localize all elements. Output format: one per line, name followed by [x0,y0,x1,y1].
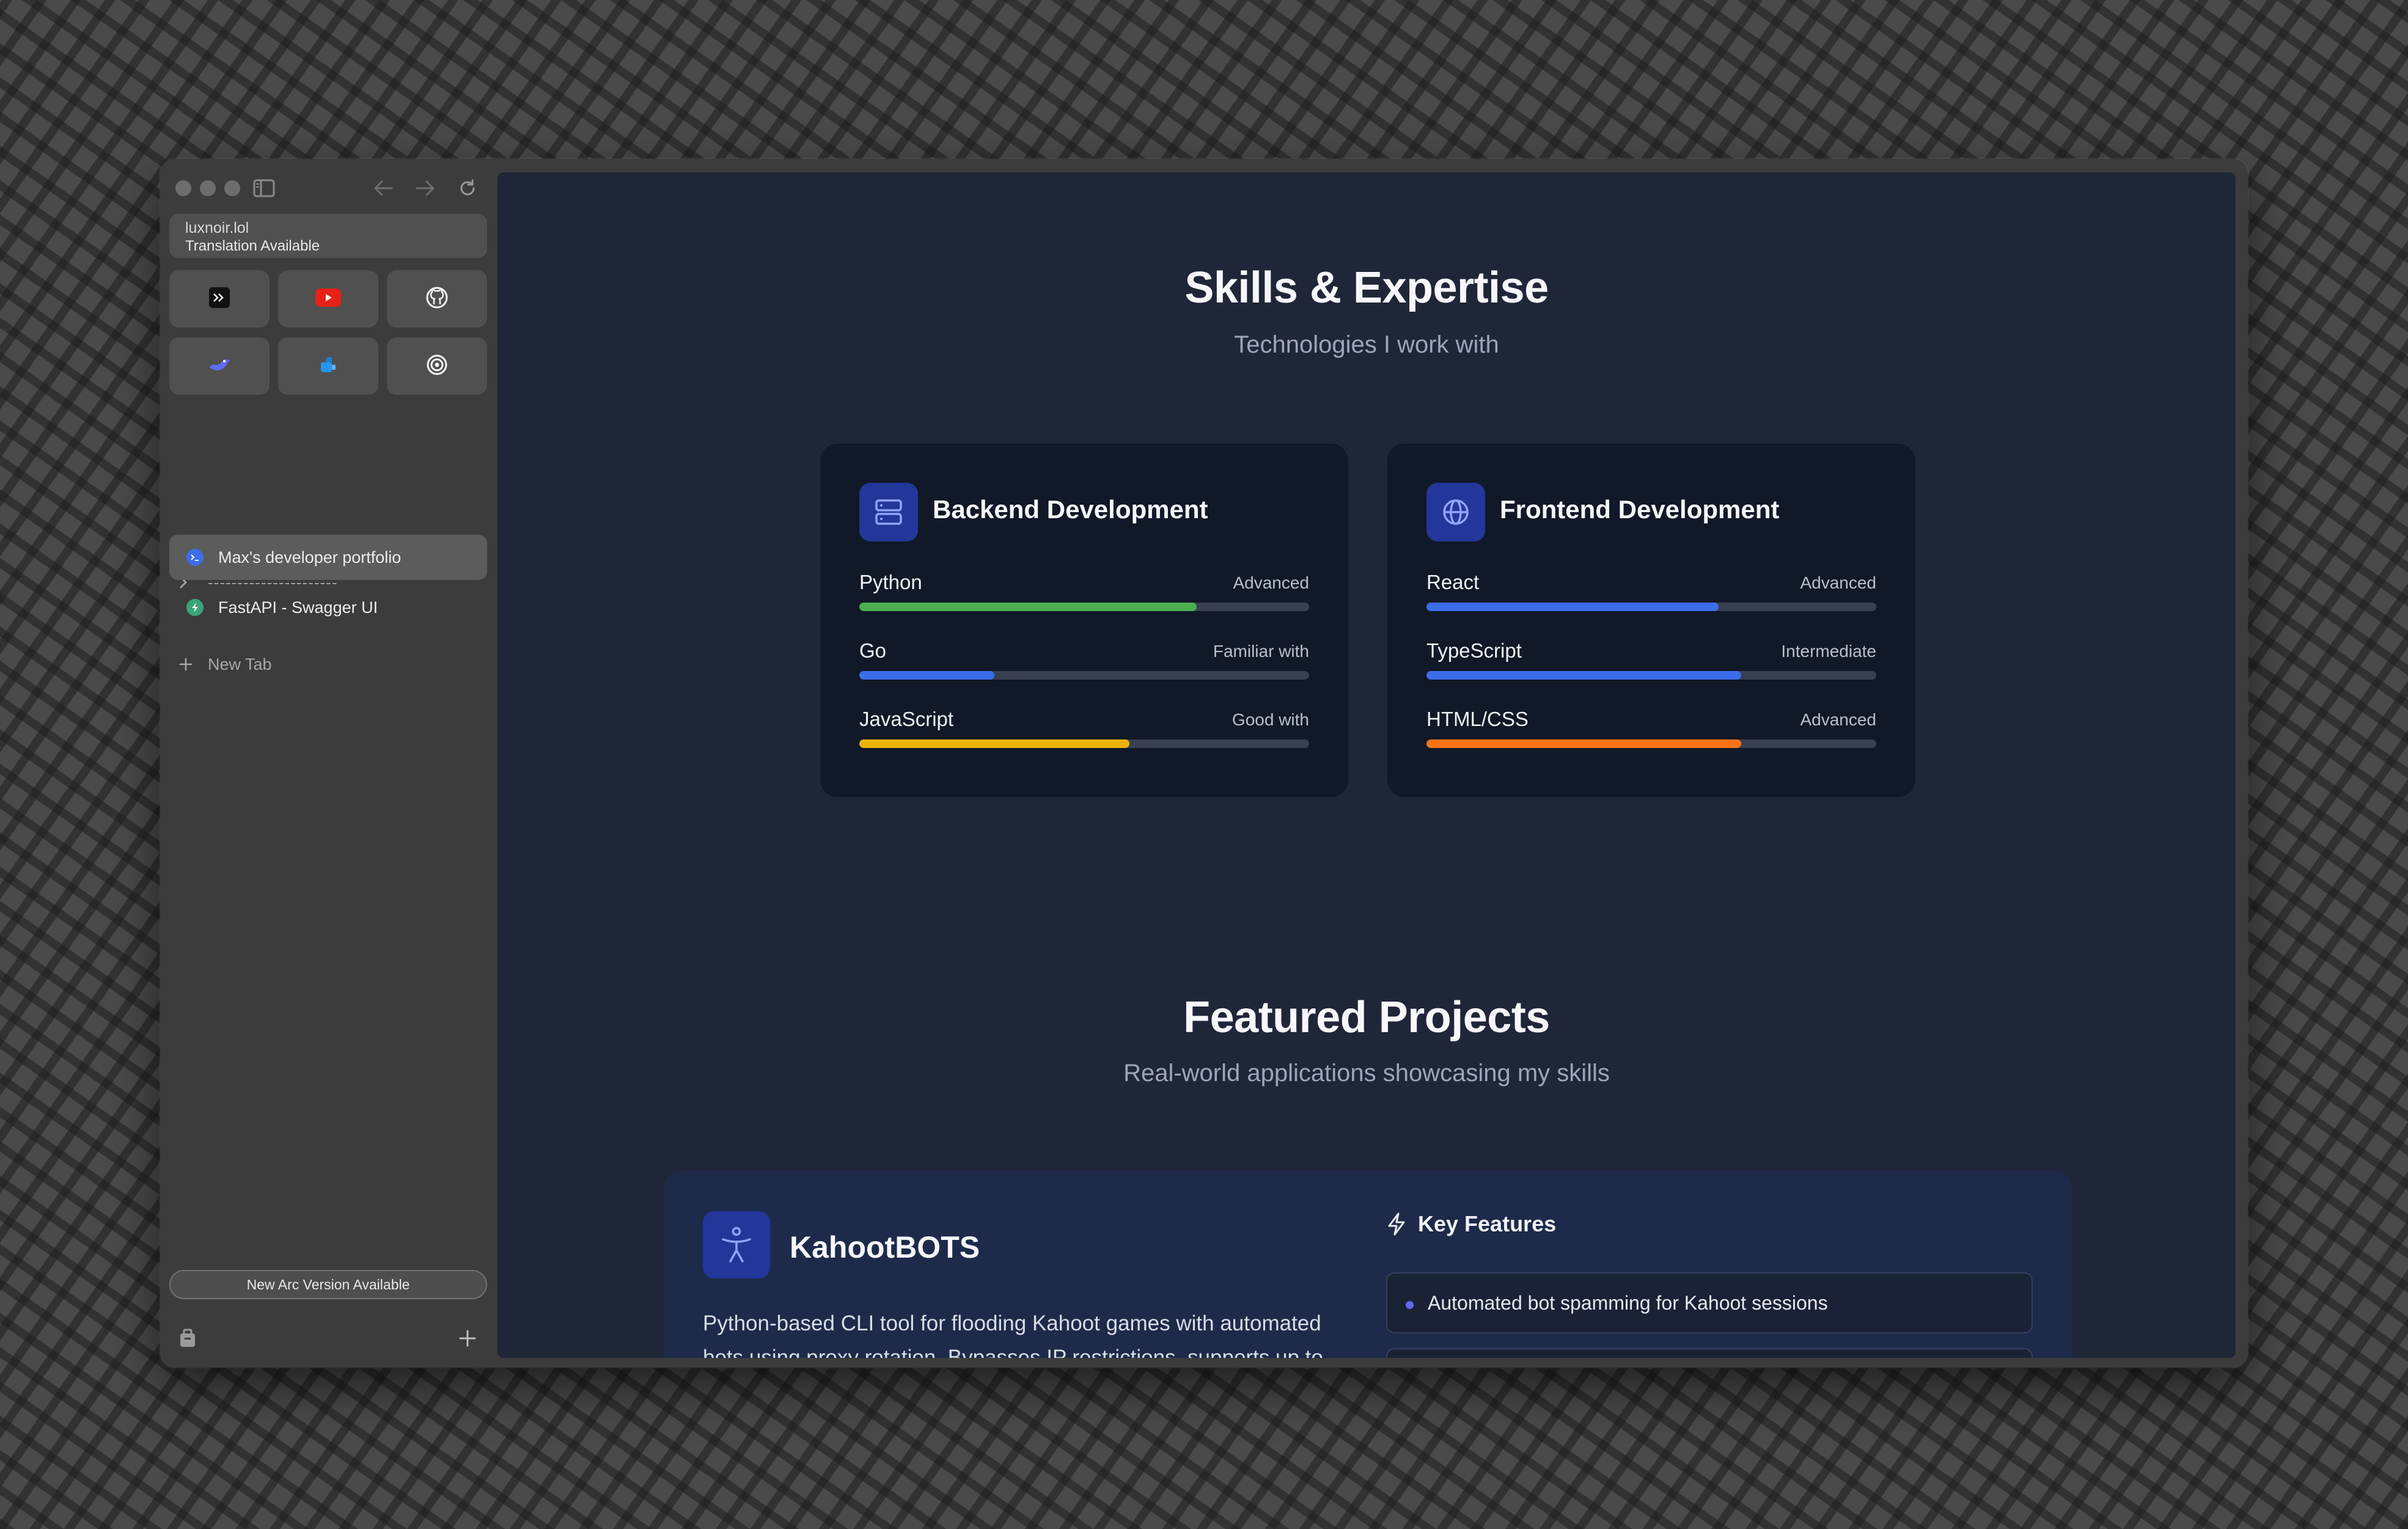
skill-name: HTML/CSS [1426,708,1529,730]
card-title: Frontend Development [1500,495,1780,524]
page-content: Skills & Expertise Technologies I work w… [497,172,2236,1358]
skill-name: JavaScript [859,708,954,730]
skill-progress-fill [1426,671,1742,680]
skill-name: Python [859,571,922,593]
favorite-terminal[interactable] [169,270,270,328]
feature-item-partial [1386,1348,2033,1358]
key-features-heading: Key Features [1386,1211,1556,1237]
accessibility-icon [703,1211,770,1278]
back-arrow-icon[interactable] [371,176,395,200]
skill-progress-fill [859,671,994,680]
reload-icon[interactable] [455,176,480,200]
url-bar[interactable]: luxnoir.lol Translation Available [169,214,487,258]
skill-progress-track [1426,671,1876,680]
bullet-dot-icon [1406,1301,1414,1309]
sidebar-toggle-icon[interactable] [252,176,276,200]
bird-icon [207,355,232,378]
target-icon [426,354,448,379]
skill-go: Go Familiar with [859,639,1309,688]
skill-progress-fill [859,603,1197,611]
browser-window: luxnoir.lol Translation Available ------… [160,159,2248,1368]
new-tab-label: New Tab [208,654,272,673]
update-arc-button[interactable]: New Arc Version Available [169,1270,487,1299]
skill-progress-fill [859,739,1129,748]
tab-title: Max's developer portfolio [218,548,402,566]
projects-subtitle: Real-world applications showcasing my sk… [1123,1060,1610,1087]
sidebar: luxnoir.lol Translation Available ------… [160,159,496,1368]
skill-name: Go [859,639,887,662]
zoom-window-button[interactable] [224,180,240,196]
favorite-bird-app[interactable] [169,337,270,395]
skill-html-css: HTML/CSS Advanced [1426,708,1876,757]
fastapi-favicon-icon [186,599,204,616]
skill-level: Intermediate [1781,642,1876,661]
skill-progress-fill [1426,603,1719,611]
skill-python: Python Advanced [859,571,1309,620]
url-domain: luxnoir.lol [185,219,249,237]
translation-notice[interactable]: Translation Available [185,237,471,255]
skill-typescript: TypeScript Intermediate [1426,639,1876,688]
github-icon [426,287,448,312]
frontend-skills-card: Frontend Development React Advanced Type… [1387,444,1915,797]
skill-react: React Advanced [1426,571,1876,620]
skill-name: TypeScript [1426,639,1522,662]
minimize-window-button[interactable] [200,180,216,196]
project-title: KahootBOTS [790,1230,980,1264]
server-icon [859,483,918,541]
skill-progress-fill [1426,739,1742,748]
youtube-icon [315,288,341,310]
card-title: Backend Development [933,495,1208,524]
favorite-github[interactable] [387,270,487,328]
skill-progress-track [859,603,1309,611]
tab-fastapi-swagger[interactable]: FastAPI - Swagger UI [169,585,487,630]
skill-level: Advanced [1800,710,1876,729]
docker-icon [317,354,339,379]
lightning-icon [1386,1212,1407,1236]
close-window-button[interactable] [175,180,191,196]
tab-max-portfolio[interactable]: Max's developer portfolio [169,535,487,580]
globe-icon [1426,483,1485,541]
forward-arrow-icon[interactable] [413,176,438,200]
project-description: Python-based CLI tool for flooding Kahoo… [703,1311,1323,1358]
skill-name: React [1426,571,1480,593]
feature-item: Automated bot spamming for Kahoot sessio… [1386,1272,2033,1333]
skill-progress-track [1426,739,1876,748]
skill-progress-track [859,671,1309,680]
skill-progress-track [1426,603,1876,611]
skills-subtitle: Technologies I work with [1234,331,1499,358]
projects-title: Featured Projects [1183,993,1550,1042]
terminal-favicon-icon [186,549,204,566]
tab-title: FastAPI - Swagger UI [218,598,378,617]
favorite-youtube[interactable] [278,270,378,328]
new-tab-button[interactable]: New Tab [178,648,272,681]
skill-level: Good with [1232,710,1309,729]
skill-level: Advanced [1800,573,1876,592]
favorite-target-app[interactable] [387,337,487,395]
skill-level: Advanced [1233,573,1309,592]
skill-level: Familiar with [1213,642,1309,661]
skills-title: Skills & Expertise [1184,263,1549,312]
feature-text: Automated bot spamming for Kahoot sessio… [1428,1291,1828,1314]
plus-icon [178,657,197,672]
favorite-docker[interactable] [278,337,378,395]
archive-icon[interactable] [175,1326,200,1351]
sidebar-toolbar [160,159,496,220]
project-card-kahootbots[interactable]: KahootBOTS Python-based CLI tool for flo… [664,1171,2072,1358]
add-space-icon[interactable] [455,1326,480,1351]
skill-javascript: JavaScript Good with [859,708,1309,757]
backend-skills-card: Backend Development Python Advanced Go F… [820,444,1348,797]
skill-progress-track [859,739,1309,748]
key-features-label: Key Features [1418,1211,1557,1236]
terminal-icon [209,287,230,311]
